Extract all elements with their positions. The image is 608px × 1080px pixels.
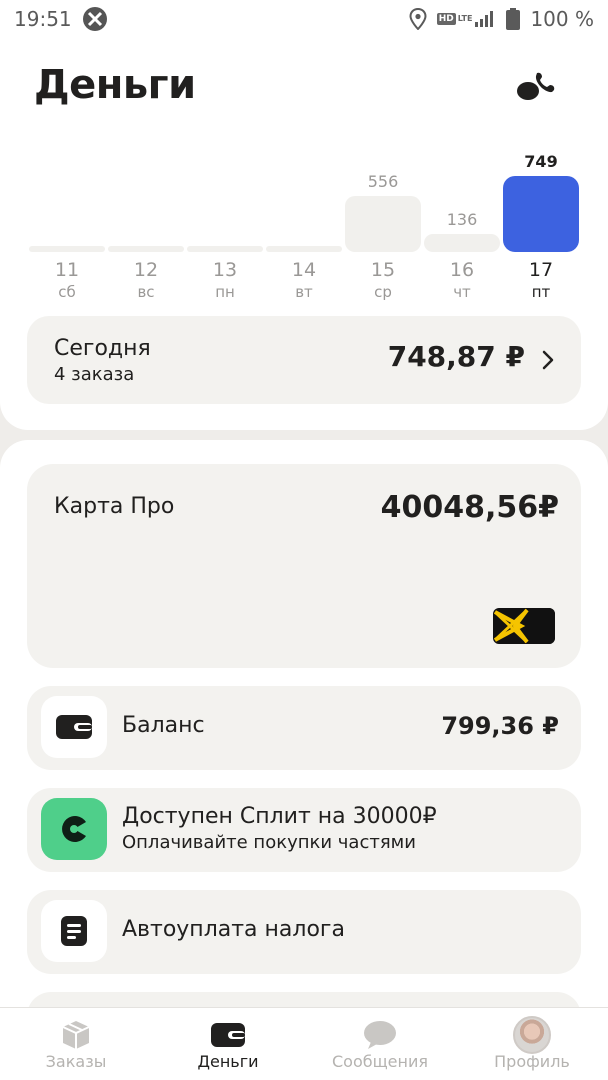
- chart-bar[interactable]: [424, 234, 500, 252]
- split-subtitle: Оплачивайте покупки частями: [122, 832, 416, 853]
- card-pro-title: Карта Про: [54, 494, 175, 519]
- tab-profile-label: Профиль: [494, 1052, 570, 1071]
- chart-day-name: ср: [374, 283, 392, 301]
- chart-bar[interactable]: [29, 246, 105, 252]
- chart-bar[interactable]: [345, 196, 421, 252]
- chart-day-number: 17: [528, 259, 554, 281]
- status-bar: 19:51 HD LTE 100 %: [0, 0, 608, 38]
- chevron-right-icon: [542, 350, 554, 370]
- weekly-earnings-chart: 11 сб 12 вс 13 пн 14 вт 556 15 ср 136 16 чт 749 17 пт: [0, 148, 608, 308]
- chart-day-name: чт: [453, 283, 471, 301]
- split-icon-tile: [41, 798, 107, 860]
- chart-day-name: вс: [137, 283, 155, 301]
- split-title: Доступен Сплит на 30000₽: [122, 804, 437, 829]
- chart-day-name: пт: [531, 283, 551, 301]
- chart-bar[interactable]: [108, 246, 184, 252]
- wallet-icon: [211, 1023, 245, 1047]
- tab-messages[interactable]: Сообщения: [304, 1008, 456, 1080]
- today-amount: 748,87 ₽: [387, 340, 525, 373]
- split-row[interactable]: Доступен Сплит на 30000₽ Оплачивайте пок…: [27, 788, 581, 872]
- chart-day-number: 11: [54, 259, 80, 281]
- avatar: [513, 1016, 551, 1054]
- chart-day-number: 12: [133, 259, 159, 281]
- autopay-icon-tile: [41, 900, 107, 962]
- chart-day-name: вт: [295, 283, 313, 301]
- autopay-tax-row[interactable]: Автоуплата налога: [27, 890, 581, 974]
- balance-icon-tile: [41, 696, 107, 758]
- tab-messages-label: Сообщения: [331, 1052, 428, 1071]
- status-time: 19:51: [14, 7, 72, 31]
- tab-orders-label: Заказы: [45, 1052, 107, 1071]
- signal-icon: HD LTE: [436, 11, 497, 27]
- phone-chat-icon: [517, 72, 555, 100]
- page-title: Деньги: [34, 62, 196, 108]
- chart-day-number: 16: [449, 259, 475, 281]
- chart-day-name: пн: [215, 283, 235, 301]
- wallet-icon: [56, 715, 92, 739]
- chat-bubble-icon: [364, 1021, 396, 1049]
- chart-bar[interactable]: [187, 246, 263, 252]
- balance-row[interactable]: Баланс 799,36 ₽: [27, 686, 581, 770]
- support-button[interactable]: [510, 66, 560, 106]
- chart-bar-value: 136: [446, 210, 478, 229]
- chart-day-number: 14: [291, 259, 317, 281]
- earnings-summary-card: Деньги 11 сб 12 вс 13 пн 14 вт 556 15 ср 136 16 чт 749…: [0, 38, 608, 430]
- chart-day-number: 13: [212, 259, 238, 281]
- finance-sheet: Карта Про 40048,56₽ Баланс 799,36 ₽ Дост…: [0, 440, 608, 1080]
- autopay-title: Автоуплата налога: [122, 917, 345, 942]
- tab-profile[interactable]: Профиль: [456, 1008, 608, 1080]
- chart-bar[interactable]: [266, 246, 342, 252]
- lte-badge: LTE: [457, 14, 473, 23]
- today-earnings-row[interactable]: Сегодня 4 заказа 748,87 ₽: [27, 316, 581, 404]
- split-icon: [62, 816, 86, 842]
- card-pro-amount: 40048,56₽: [380, 490, 559, 525]
- chart-bar-value: 556: [367, 172, 399, 191]
- battery-percent: 100 %: [530, 7, 594, 31]
- today-title: Сегодня: [54, 336, 151, 361]
- today-orders-count: 4 заказа: [54, 364, 135, 385]
- app-notification-icon: [82, 6, 108, 32]
- bottom-tab-bar: Заказы Деньги Сообщения Профиль: [0, 1007, 608, 1080]
- chart-day-name: сб: [58, 283, 76, 301]
- tab-money[interactable]: Деньги: [152, 1008, 304, 1080]
- chart-day-number: 15: [370, 259, 396, 281]
- battery-icon: [506, 8, 521, 30]
- balance-title: Баланс: [122, 713, 205, 738]
- tab-money-label: Деньги: [197, 1052, 259, 1071]
- tab-orders[interactable]: Заказы: [0, 1008, 152, 1080]
- document-icon: [61, 916, 87, 946]
- balance-amount: 799,36 ₽: [441, 712, 559, 740]
- chart-bar[interactable]: [503, 176, 579, 252]
- box-icon: [62, 1021, 90, 1049]
- hd-badge: HD: [436, 13, 456, 25]
- card-pro[interactable]: Карта Про 40048,56₽: [27, 464, 581, 668]
- chart-bar-value: 749: [524, 152, 558, 171]
- location-icon: [409, 8, 427, 30]
- yandex-pro-card-logo: [493, 608, 555, 644]
